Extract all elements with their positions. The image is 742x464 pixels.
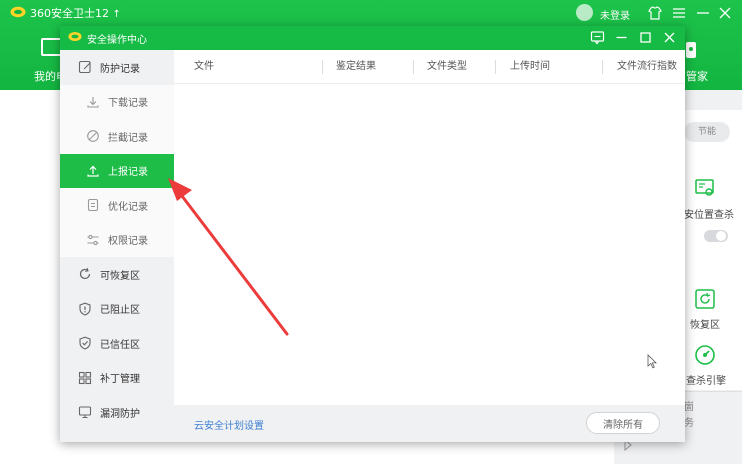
sidebar-group-label: 可恢复区 bbox=[100, 270, 140, 282]
column-separator[interactable] bbox=[413, 60, 414, 74]
sidebar-item-upload-log[interactable]: 上报记录 bbox=[60, 153, 174, 188]
dialog-footer: 云安全计划设置 清除所有 bbox=[174, 405, 685, 442]
monitor-icon bbox=[78, 406, 92, 419]
nav-software-manager-label[interactable]: 管家 bbox=[686, 68, 708, 84]
misc-text-line: 崮 bbox=[684, 402, 694, 413]
app-logo-icon bbox=[10, 6, 26, 18]
shield-check-icon bbox=[79, 336, 91, 350]
column-header-file[interactable]: 文件 bbox=[194, 50, 214, 84]
tool-label[interactable]: 安位置查杀 bbox=[684, 206, 734, 221]
sidebar-group-label: 已阻止区 bbox=[100, 305, 140, 317]
column-separator[interactable] bbox=[322, 60, 323, 74]
location-scan-icon[interactable] bbox=[694, 177, 716, 199]
close-icon[interactable] bbox=[716, 4, 734, 22]
clear-all-button[interactable]: 清除所有 bbox=[586, 412, 660, 434]
minimize-icon[interactable] bbox=[694, 4, 712, 22]
sidebar-group-label: 已信任区 bbox=[100, 339, 140, 351]
avatar[interactable] bbox=[576, 4, 593, 21]
sidebar-group-label: 漏洞防护 bbox=[100, 408, 140, 420]
sidebar-item-permission-log[interactable]: 权限记录 bbox=[60, 222, 174, 257]
sidebar-group-label: 防护记录 bbox=[100, 63, 140, 75]
tool-label[interactable]: 查杀引擎 bbox=[686, 372, 726, 387]
dialog-titlebar[interactable]: 安全操作中心 bbox=[60, 26, 685, 50]
misc-text-line: 务 bbox=[684, 418, 694, 429]
table-header: 文件 鉴定结果 文件类型 上传时间 文件流行指数 bbox=[174, 50, 685, 84]
sidebar-item-optimize-log[interactable]: 优化记录 bbox=[60, 188, 174, 223]
document-icon bbox=[87, 199, 99, 212]
maximize-icon[interactable] bbox=[637, 29, 654, 46]
close-icon[interactable] bbox=[661, 29, 678, 46]
app-logo-icon bbox=[68, 31, 82, 42]
column-separator[interactable] bbox=[495, 60, 496, 74]
app-name: 360安全卫士12 bbox=[30, 7, 109, 20]
upload-icon bbox=[87, 165, 99, 177]
sidebar-item-label: 拦截记录 bbox=[108, 132, 148, 144]
cloud-security-settings-link[interactable]: 云安全计划设置 bbox=[194, 417, 264, 432]
feature-toggle[interactable] bbox=[704, 230, 728, 242]
main-window-title: 360安全卫士12 ↑ bbox=[30, 5, 121, 21]
minimize-icon[interactable] bbox=[613, 29, 630, 46]
restore-icon[interactable] bbox=[694, 288, 716, 310]
sidebar-item-label: 下载记录 bbox=[108, 98, 148, 110]
block-icon bbox=[87, 130, 99, 143]
sidebar-group-recoverable-area[interactable]: 可恢复区 bbox=[60, 257, 174, 292]
column-header-popularity[interactable]: 文件流行指数 bbox=[617, 50, 677, 84]
refresh-icon bbox=[79, 268, 91, 280]
download-icon bbox=[87, 96, 99, 108]
tool-label[interactable]: 恢复区 bbox=[690, 316, 720, 331]
feedback-icon[interactable] bbox=[589, 29, 606, 46]
sidebar-item-block-log[interactable]: 拦截记录 bbox=[60, 119, 174, 154]
grid-icon bbox=[78, 371, 92, 384]
menu-icon[interactable] bbox=[670, 4, 688, 22]
sidebar-group-patch-management[interactable]: 补丁管理 bbox=[60, 361, 174, 396]
sidebar-item-download-log[interactable]: 下载记录 bbox=[60, 84, 174, 119]
sidebar-item-label: 优化记录 bbox=[108, 201, 148, 213]
sidebar-item-label: 上报记录 bbox=[108, 167, 148, 179]
update-arrow-icon[interactable]: ↑ bbox=[113, 9, 121, 20]
sidebar-group-blocked-area[interactable]: 已阻止区 bbox=[60, 292, 174, 327]
shield-block-icon bbox=[79, 302, 91, 316]
sidebar-group-trusted-area[interactable]: 已信任区 bbox=[60, 326, 174, 361]
sidebar-group-label: 补丁管理 bbox=[100, 374, 140, 386]
column-separator[interactable] bbox=[602, 60, 603, 74]
sidebar-item-label: 权限记录 bbox=[108, 236, 148, 248]
security-center-dialog: 安全操作中心 防护记录 下载记录 拦截记录 上报记录 优化记录 权限记录 可恢复… bbox=[60, 26, 685, 442]
mouse-cursor-icon bbox=[647, 354, 657, 369]
misc-text: 崮 务 bbox=[684, 400, 694, 432]
column-header-result[interactable]: 鉴定结果 bbox=[336, 50, 376, 84]
sidebar-group-vulnerability-protection[interactable]: 漏洞防护 bbox=[60, 395, 174, 430]
login-status-label[interactable]: 未登录 bbox=[600, 7, 630, 22]
skin-shirt-icon[interactable] bbox=[646, 4, 664, 22]
table-body bbox=[174, 84, 685, 405]
column-header-upload-time[interactable]: 上传时间 bbox=[510, 50, 550, 84]
software-manager-icon[interactable] bbox=[686, 40, 696, 60]
column-header-file-type[interactable]: 文件类型 bbox=[427, 50, 467, 84]
sidebar: 防护记录 下载记录 拦截记录 上报记录 优化记录 权限记录 可恢复区 已阻止区 … bbox=[60, 50, 174, 442]
sliders-icon bbox=[87, 234, 99, 245]
edit-icon bbox=[78, 61, 91, 74]
sidebar-group-protection-log[interactable]: 防护记录 bbox=[60, 50, 174, 85]
dialog-title: 安全操作中心 bbox=[87, 35, 147, 46]
energy-saving-badge[interactable]: 节能 bbox=[684, 122, 730, 142]
engine-icon[interactable] bbox=[694, 344, 716, 366]
